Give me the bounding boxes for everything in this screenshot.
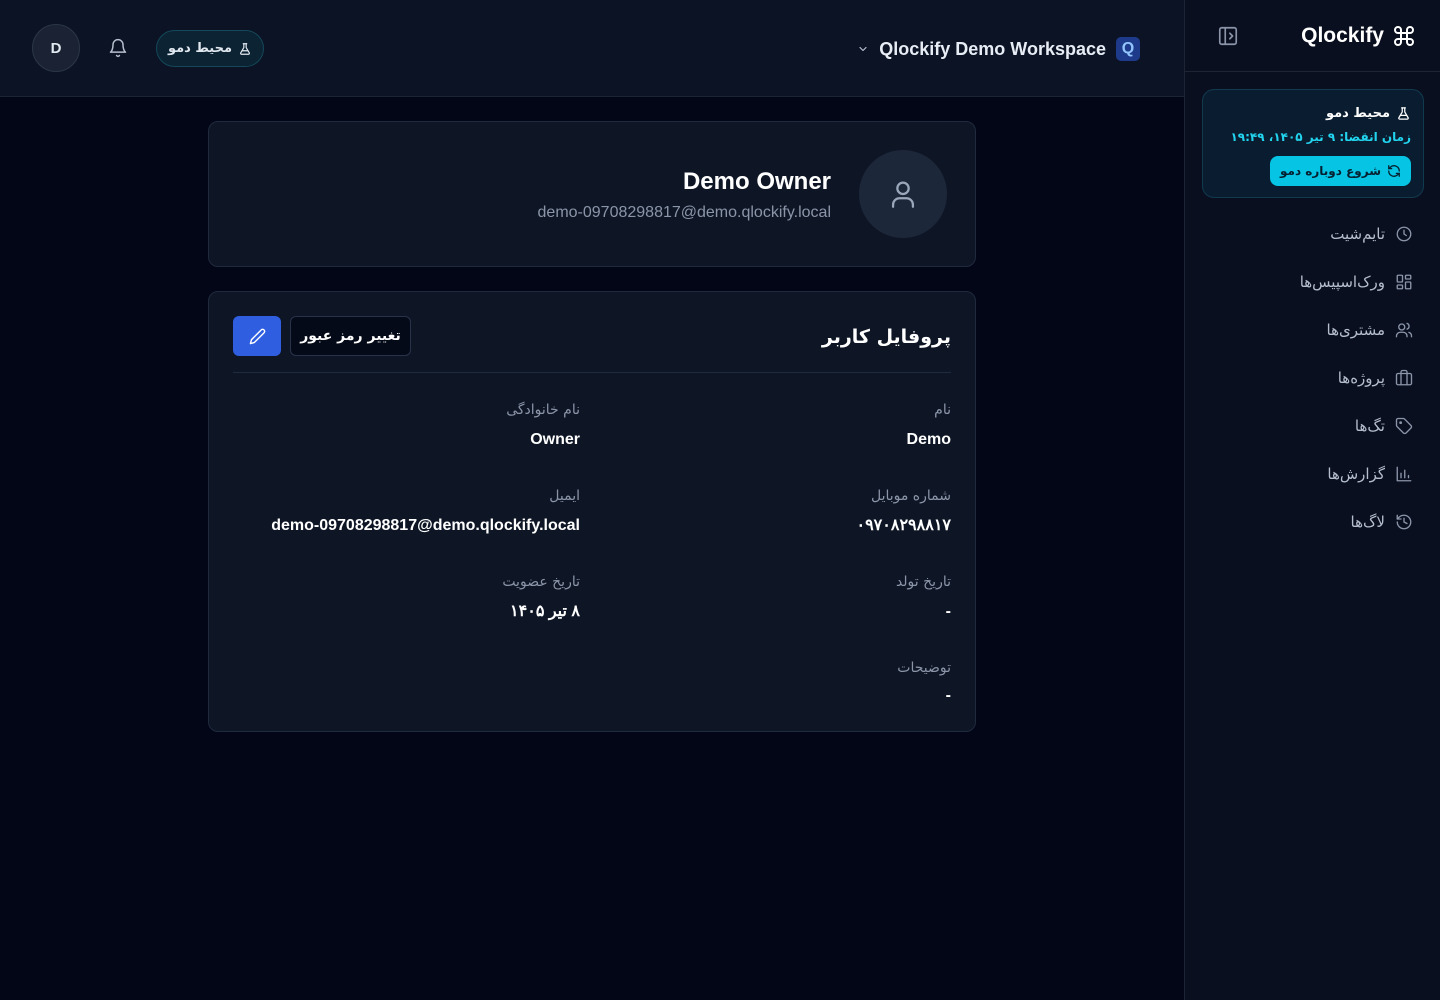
field-label: نام xyxy=(934,402,951,418)
field-value: - xyxy=(945,687,951,704)
field-value: - xyxy=(945,603,951,620)
field-value: Demo xyxy=(906,431,951,448)
bar-chart-icon xyxy=(1395,465,1413,483)
history-icon xyxy=(1395,513,1413,531)
sidebar-item-label: مشتری‌ها xyxy=(1326,321,1385,339)
field-email: ایمیل demo-09708298817@demo.qlockify.loc… xyxy=(271,485,580,537)
field-first-name: نام Demo xyxy=(907,399,951,451)
change-password-button[interactable]: تغییر رمز عبور xyxy=(290,316,411,356)
sidebar-item-label: تگ‌ها xyxy=(1354,417,1385,435)
sidebar-header: Qlockify xyxy=(1185,0,1440,72)
sidebar-item-label: گزارش‌ها xyxy=(1327,465,1385,483)
sidebar-item-timesheet[interactable]: تایم‌شیت xyxy=(1185,210,1440,258)
workspace-switcher[interactable]: Qlockify Demo Workspace Q xyxy=(857,36,1140,62)
field-mobile: شماره موبایل ۰۹۷۰۸۲۹۸۸۱۷ xyxy=(856,485,951,537)
restart-demo-button[interactable]: شروع دوباره دمو xyxy=(1269,156,1411,186)
sidebar-item-clients[interactable]: مشتری‌ها xyxy=(1185,306,1440,354)
sidebar-item-label: پروژه‌ها xyxy=(1337,369,1385,387)
field-label: شماره موبایل xyxy=(870,488,951,504)
field-join-date: تاریخ عضویت ۸ تیر ۱۴۰۵ xyxy=(502,571,580,623)
user-avatar xyxy=(859,150,947,238)
refresh-icon xyxy=(1387,164,1401,178)
field-last-name: نام خانوادگی Owner xyxy=(506,399,580,451)
sidebar-collapse-icon[interactable] xyxy=(1217,25,1239,47)
flask-icon xyxy=(238,42,252,56)
brand[interactable]: Qlockify xyxy=(1301,24,1416,48)
demo-expiry-text: زمان انقضا: ۹ تیر ۱۴۰۵، ۱۹:۴۹ xyxy=(1230,130,1411,144)
chevron-down-icon xyxy=(857,43,869,55)
divider xyxy=(233,372,951,373)
user-summary-card: Demo Owner demo-09708298817@demo.qlockif… xyxy=(208,121,976,267)
top-header: D محیط دمو Qlockify Demo Workspace Q xyxy=(0,0,1184,97)
user-icon xyxy=(891,181,915,208)
grid-icon xyxy=(1395,273,1413,291)
field-label: توضیحات xyxy=(897,660,951,676)
avatar-initial: D xyxy=(50,39,62,57)
sidebar: Qlockify محیط دمو زمان انقضا: ۹ تیر ۱۴۰۵… xyxy=(1184,0,1440,1000)
field-value: Owner xyxy=(530,431,580,448)
sidebar-item-workspaces[interactable]: ورک‌اسپیس‌ها xyxy=(1185,258,1440,306)
workspace-badge: Q xyxy=(1116,37,1140,61)
field-label: تاریخ عضویت xyxy=(502,574,580,590)
field-birth-date: تاریخ تولد - xyxy=(896,571,951,623)
user-display-name: Demo Owner xyxy=(682,168,831,195)
sidebar-item-projects[interactable]: پروژه‌ها xyxy=(1185,354,1440,402)
profile-card: پروفایل کاربر تغییر رمز عبور نام Demo نا… xyxy=(208,291,976,732)
field-value: ۸ تیر ۱۴۰۵ xyxy=(510,603,580,620)
demo-badge-label: محیط دمو xyxy=(167,41,233,56)
field-description: توضیحات - xyxy=(897,657,951,707)
field-label: نام خانوادگی xyxy=(506,402,580,418)
user-email: demo-09708298817@demo.qlockify.local xyxy=(537,204,831,221)
field-value: demo-09708298817@demo.qlockify.local xyxy=(271,517,580,534)
field-value: ۰۹۷۰۸۲۹۸۸۱۷ xyxy=(856,517,951,534)
sidebar-item-label: ورک‌اسپیس‌ها xyxy=(1299,273,1385,291)
user-avatar-button[interactable]: D xyxy=(32,24,80,72)
demo-environment-badge[interactable]: محیط دمو xyxy=(156,30,264,67)
demo-environment-panel: محیط دمو زمان انقضا: ۹ تیر ۱۴۰۵، ۱۹:۴۹ ش… xyxy=(1202,89,1424,198)
brand-name: Qlockify xyxy=(1301,23,1384,47)
sidebar-item-tags[interactable]: تگ‌ها xyxy=(1185,402,1440,450)
sidebar-item-reports[interactable]: گزارش‌ها xyxy=(1185,450,1440,498)
restart-demo-label: شروع دوباره دمو xyxy=(1279,164,1381,178)
sidebar-item-label: لاگ‌ها xyxy=(1350,513,1385,531)
field-label: ایمیل xyxy=(549,488,580,504)
sidebar-nav: تایم‌شیت ورک‌اسپیس‌ها مشتری‌ها xyxy=(1185,210,1440,546)
briefcase-icon xyxy=(1395,369,1413,387)
tag-icon xyxy=(1395,417,1413,435)
profile-title: پروفایل کاربر xyxy=(821,326,951,348)
sidebar-item-label: تایم‌شیت xyxy=(1330,225,1385,243)
edit-profile-button[interactable] xyxy=(233,316,281,356)
workspace-name: Qlockify Demo Workspace xyxy=(879,38,1106,59)
command-icon xyxy=(1392,24,1416,48)
demo-panel-title: محیط دمو xyxy=(1325,105,1390,121)
sidebar-item-logs[interactable]: لاگ‌ها xyxy=(1185,498,1440,546)
field-label: تاریخ تولد xyxy=(895,574,951,590)
users-icon xyxy=(1395,321,1413,339)
pencil-icon xyxy=(249,328,266,345)
clock-icon xyxy=(1395,225,1413,243)
flask-icon xyxy=(1396,106,1411,121)
bell-icon[interactable] xyxy=(108,38,128,58)
